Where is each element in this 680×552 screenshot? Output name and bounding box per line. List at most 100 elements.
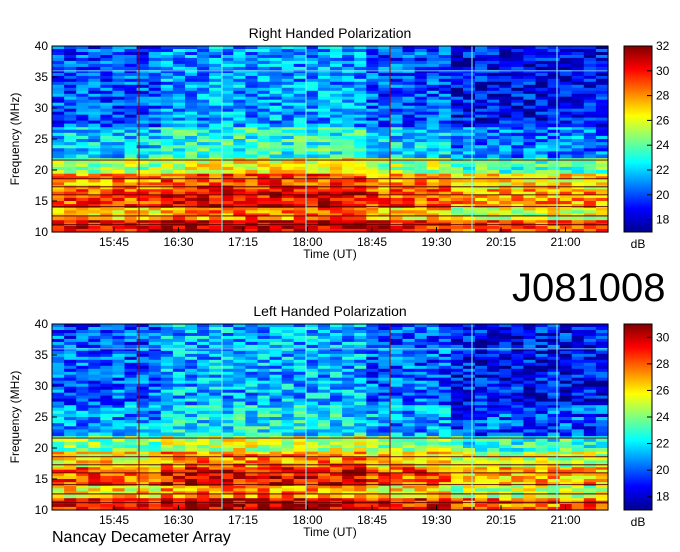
heatmap-cell [281,170,295,174]
heatmap-cell [499,482,512,486]
heatmap-cell [499,185,512,190]
heatmap-cell [305,216,319,221]
heatmap-cell [547,448,561,452]
heatmap-cell [221,123,234,128]
heatmap-cell [547,432,561,437]
heatmap-cell [571,216,585,221]
heatmap-cell [342,216,355,221]
heatmap-cell [559,463,573,468]
heatmap-cell [100,204,113,208]
heatmap-cell [366,448,379,452]
heatmap-cell [317,216,331,221]
heatmap-cell [293,432,307,437]
heatmap-cell [160,185,174,190]
heatmap-cell [185,204,198,208]
heatmap-cell [342,170,355,174]
heatmap-cell [112,123,126,128]
heatmap-cell [523,170,537,174]
heatmap-cell [535,432,549,437]
heatmap-cell [293,448,307,452]
heatmap-cell [426,482,440,486]
heatmap-cell [64,482,77,486]
heatmap-cell [52,204,65,208]
heatmap-cell [535,448,549,452]
heatmap-cell [366,482,379,486]
heatmap-cell [390,463,404,468]
heatmap-cell [221,204,234,208]
heatmap-cell [378,482,391,486]
heatmap-cell [148,463,162,468]
heatmap-cell [330,185,343,190]
heatmap-cell [499,123,512,128]
heatmap-cell [88,448,101,452]
heatmap-cell [354,204,367,208]
heatmap-cell [402,482,416,486]
heatmap-cell [354,463,367,468]
heatmap-cell [88,482,101,486]
heatmap-cell [281,463,295,468]
heatmap-cell [281,185,295,190]
heatmap-cell [463,154,476,159]
heatmap-cell [305,482,319,486]
heatmap-cell [414,482,428,486]
x-tick-label: 18:45 [357,235,387,249]
heatmap-cell [172,123,186,128]
heatmap-cell [197,185,210,190]
heatmap-cell [450,448,464,452]
heatmap-cell [64,204,77,208]
heatmap-cell [221,463,234,468]
heatmap-cell [571,463,585,468]
heatmap-cell [366,432,379,437]
heatmap-cell [426,154,440,159]
heatmap-cell [426,494,440,499]
heatmap-cell [76,448,89,452]
heatmap-cell [475,204,488,208]
heatmap-cell [487,463,500,468]
heatmap-cell [172,463,186,468]
heatmap-cell [160,123,174,128]
y-tick-label: 30 [35,101,49,115]
heatmap-cell [378,463,391,468]
heatmap-cell [124,170,138,174]
heatmap-cell [475,216,488,221]
heatmap-cell [281,432,295,437]
heatmap-cell [148,494,162,499]
heatmap-cell [185,154,198,159]
heatmap-cell [100,463,113,468]
heatmap-cell [438,482,452,486]
heatmap-cell [402,170,416,174]
heatmap-cell [535,123,549,128]
heatmap-cell [293,494,307,499]
heatmap-cell [547,170,561,174]
heatmap-cell [354,123,367,128]
heatmap-cell [160,482,174,486]
heatmap-cell [438,154,452,159]
heatmap-cell [475,154,488,159]
heatmap-cell [76,185,89,190]
heatmap-cell [342,123,355,128]
heatmap-cell [281,494,295,499]
heatmap-cell [499,463,512,468]
heatmap-cell [559,448,573,452]
heatmap-cell [535,463,549,468]
heatmap-cell [499,154,512,159]
heatmap-cell [172,170,186,174]
heatmap-cell [52,154,65,159]
heatmap-cell [76,204,89,208]
y-tick-label: 15 [35,194,49,208]
heatmap-cell [233,216,246,221]
heatmap-cell [390,154,404,159]
heatmap-cell [233,494,246,499]
heatmap-cell [547,494,561,499]
heatmap-cell [438,204,452,208]
heatmap-cell [366,170,379,174]
heatmap-cell [559,123,573,128]
heatmap-cell [112,185,126,190]
heatmap-cell [172,432,186,437]
heatmap-cell [330,123,343,128]
heatmap-cell [52,463,65,468]
heatmap-cell [487,482,500,486]
heatmap-cell [547,216,561,221]
colorbar-tick-label: 24 [656,138,670,152]
heatmap-cell [233,482,246,486]
